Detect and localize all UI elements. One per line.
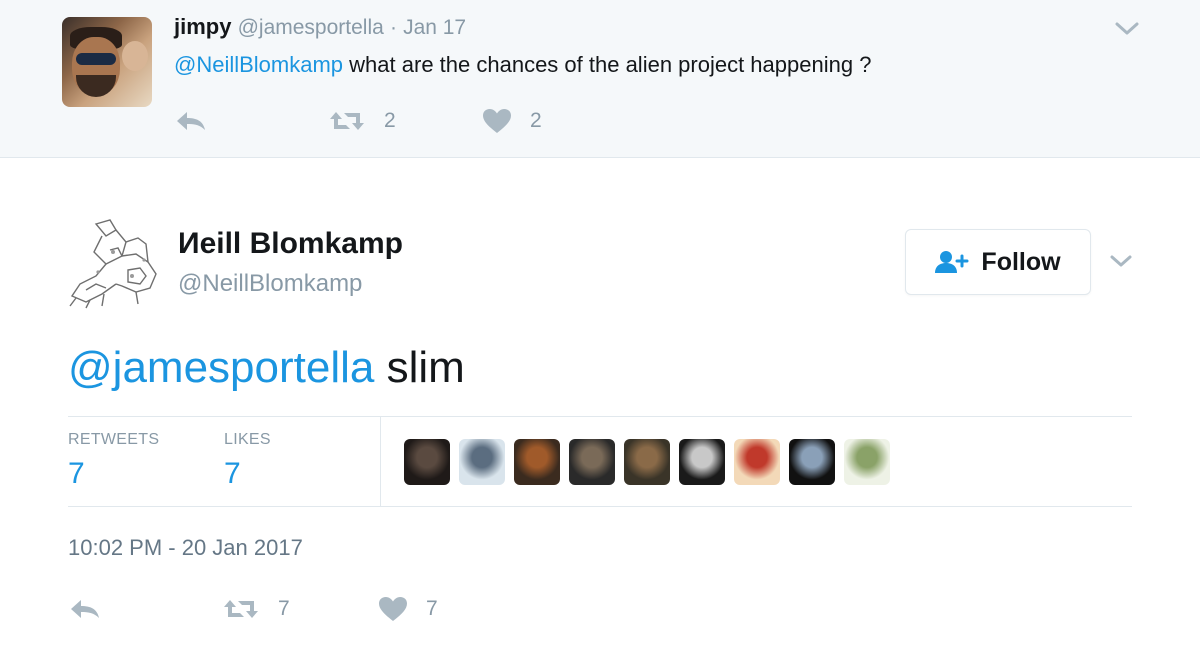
- parent-tweet[interactable]: jimpy @jamesportella · Jan 17 @NeillBlom…: [0, 0, 1200, 158]
- liker-avatar-4[interactable]: [569, 439, 615, 485]
- likes-label: LIKES: [224, 431, 271, 448]
- like-icon: [378, 596, 408, 622]
- tweet-text-body: what are the chances of the alien projec…: [349, 52, 872, 77]
- main-avatar[interactable]: [66, 214, 162, 310]
- liker-avatar-2[interactable]: [459, 439, 505, 485]
- retweets-label: RETWEETS: [68, 431, 160, 448]
- reply-icon: [68, 597, 102, 621]
- retweet-button[interactable]: 7: [222, 594, 290, 624]
- mention-link[interactable]: @jamesportella: [68, 343, 374, 392]
- reply-button[interactable]: [174, 106, 208, 136]
- tweet-text-body: slim: [386, 343, 465, 392]
- liker-avatar-3[interactable]: [514, 439, 560, 485]
- liker-avatar-8[interactable]: [789, 439, 835, 485]
- liker-avatar-9[interactable]: [844, 439, 890, 485]
- retweet-button[interactable]: 2: [328, 106, 396, 136]
- main-author-handle[interactable]: @NeillBlomkamp: [178, 270, 362, 298]
- retweet-icon: [328, 109, 366, 133]
- retweet-count: 2: [384, 109, 396, 132]
- parent-avatar[interactable]: [62, 17, 152, 107]
- chevron-down-icon[interactable]: [1112, 14, 1142, 44]
- liker-avatar-7[interactable]: [734, 439, 780, 485]
- like-count: 7: [426, 597, 438, 620]
- parent-author-name[interactable]: jimpy: [174, 14, 231, 39]
- like-button[interactable]: 7: [378, 594, 438, 624]
- liker-avatar-1[interactable]: [404, 439, 450, 485]
- parent-tweet-date[interactable]: Jan 17: [403, 16, 466, 39]
- retweet-count: 7: [278, 597, 290, 620]
- avatar-detail: [76, 53, 116, 65]
- main-author-name[interactable]: Иeill Blomkamp: [178, 227, 403, 261]
- follow-button[interactable]: Follow: [905, 229, 1091, 295]
- likes-value: 7: [224, 457, 241, 490]
- like-icon: [482, 108, 512, 134]
- stats-divider: [380, 417, 381, 506]
- tweet-stats: RETWEETS 7 LIKES 7: [68, 416, 1132, 507]
- reply-icon: [174, 109, 208, 133]
- reply-button[interactable]: [68, 594, 102, 624]
- avatar-detail: [76, 75, 116, 97]
- retweets-stat[interactable]: RETWEETS 7: [68, 431, 159, 491]
- parent-author-handle[interactable]: @jamesportella: [238, 16, 384, 39]
- parent-tweet-text: @NeillBlomkamp what are the chances of t…: [174, 52, 871, 78]
- separator-dot: ·: [389, 16, 397, 39]
- mention-link[interactable]: @NeillBlomkamp: [174, 52, 343, 77]
- parent-tweet-header: jimpy @jamesportella · Jan 17: [174, 14, 466, 40]
- retweets-value: 7: [68, 457, 85, 490]
- liker-avatar-6[interactable]: [679, 439, 725, 485]
- avatar-detail: [122, 41, 148, 71]
- likes-stat[interactable]: LIKES 7: [224, 431, 271, 491]
- like-button[interactable]: 2: [482, 106, 542, 136]
- follow-user-icon: [935, 250, 971, 274]
- chevron-down-icon[interactable]: [1106, 246, 1136, 276]
- like-count: 2: [530, 109, 542, 132]
- main-tweet-text: @jamesportella slim: [68, 342, 465, 394]
- follow-label: Follow: [981, 247, 1061, 276]
- liker-avatar-5[interactable]: [624, 439, 670, 485]
- retweet-icon: [222, 597, 260, 621]
- tweet-timestamp[interactable]: 10:02 PM - 20 Jan 2017: [68, 535, 303, 561]
